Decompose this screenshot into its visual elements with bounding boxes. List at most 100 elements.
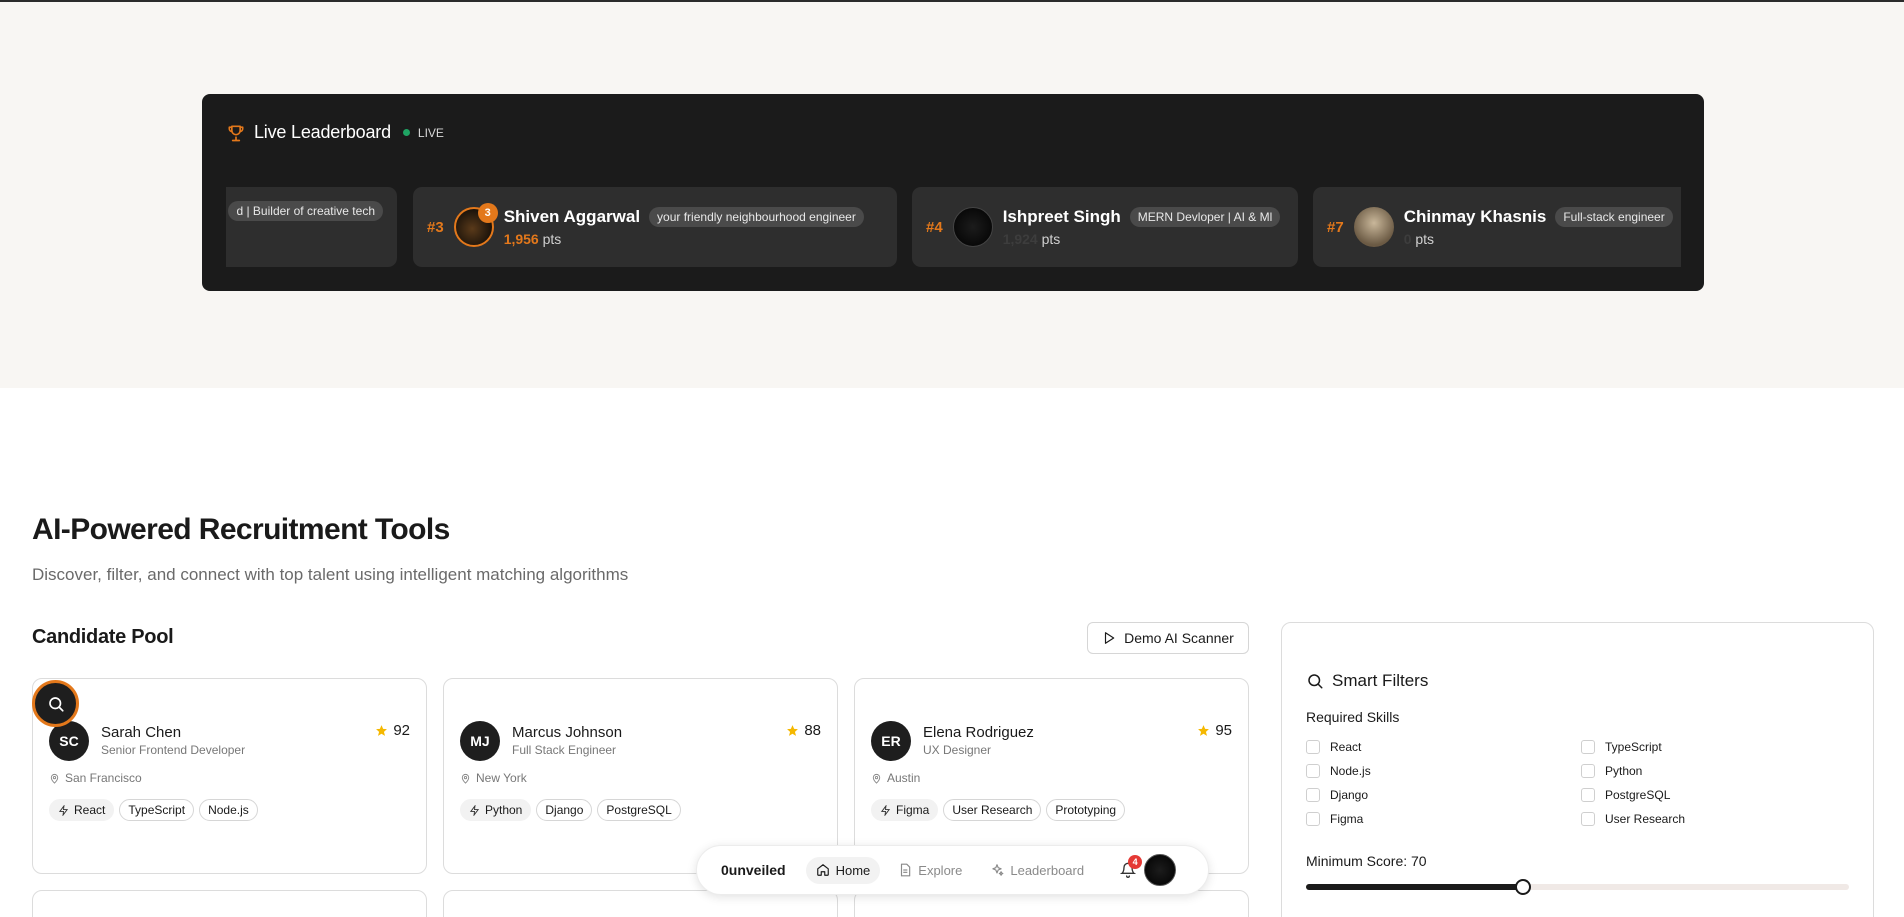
star-icon	[787, 725, 799, 736]
skill-list: Figma User Research Prototyping	[871, 799, 1126, 821]
nav-leaderboard[interactable]: Leaderboard	[980, 857, 1094, 884]
skill-chip: Figma	[871, 799, 939, 821]
home-icon	[816, 864, 829, 876]
location-text: Austin	[887, 771, 921, 785]
candidate-role: UX Designer	[923, 743, 992, 757]
play-icon	[1105, 632, 1115, 644]
leaderboard-track[interactable]: d | Builder of creative tech #3 3 Shiven…	[226, 187, 1681, 267]
smart-filters-panel: Smart Filters Required Skills React Type…	[1281, 622, 1874, 917]
leaderboard-rank: #3	[427, 218, 444, 236]
candidate-location: San Francisco	[49, 771, 142, 785]
checkbox-label: PostgreSQL	[1605, 788, 1671, 802]
skill-checkbox-react[interactable]: React	[1306, 739, 1581, 755]
checkbox-label: Figma	[1330, 812, 1364, 826]
demo-ai-scanner-button[interactable]: Demo AI Scanner	[1087, 622, 1249, 654]
leaderboard-points: 1,956 pts	[504, 231, 864, 247]
candidate-name: Marcus Johnson	[512, 724, 623, 741]
score-value: 95	[1215, 722, 1232, 739]
minimum-score-slider[interactable]	[1306, 879, 1849, 895]
leaderboard-points: 0 pts	[1404, 231, 1673, 247]
filters-header: Smart Filters	[1306, 671, 1428, 691]
checkbox-label: Node.js	[1330, 764, 1371, 778]
checkbox[interactable]	[1581, 764, 1595, 778]
user-avatar[interactable]	[1144, 854, 1177, 886]
checkbox[interactable]	[1306, 764, 1320, 778]
points-unit: pts	[1041, 231, 1061, 247]
skill-chip: Prototyping	[1046, 799, 1126, 821]
skill-checkbox-python[interactable]: Python	[1581, 763, 1851, 779]
checkbox[interactable]	[1306, 788, 1320, 802]
search-button[interactable]	[32, 680, 79, 727]
checkbox[interactable]	[1581, 788, 1595, 802]
leaderboard-card[interactable]: d | Builder of creative tech	[226, 187, 397, 267]
leaderboard-card-info: Chinmay Khasnis Full-stack engineer 0 pt…	[1404, 207, 1673, 247]
skill-checkbox-typescript[interactable]: TypeScript	[1581, 739, 1851, 755]
skill-checkbox-user-research[interactable]: User Research	[1581, 811, 1851, 827]
points-unit: pts	[542, 231, 562, 247]
nav-explore-label: Explore	[918, 862, 963, 878]
page-title: AI-Powered Recruitment Tools	[32, 513, 450, 546]
checkbox[interactable]	[1581, 740, 1595, 754]
checkbox-label: User Research	[1605, 812, 1686, 826]
top-band: Live Leaderboard LIVE d | Builder of cre…	[0, 0, 1904, 388]
skill-label: Figma	[896, 803, 930, 817]
live-leaderboard-panel: Live Leaderboard LIVE d | Builder of cre…	[202, 94, 1704, 291]
leaderboard-rank: #4	[926, 218, 943, 236]
checkbox[interactable]	[1306, 812, 1320, 826]
leaderboard-rank: #7	[1327, 218, 1344, 236]
score-value: 88	[804, 722, 821, 739]
checkbox[interactable]	[1306, 740, 1320, 754]
leaderboard-name: Shiven Aggarwal	[503, 207, 641, 226]
avatar: 3	[453, 203, 498, 247]
star-icon	[376, 725, 388, 736]
candidate-score: 95	[1197, 722, 1232, 739]
leaderboard-card[interactable]: #4 Ishpreet Singh MERN Devloper | AI & M…	[912, 187, 1298, 267]
points-unit: pts	[1415, 231, 1435, 247]
leaderboard-card[interactable]: #7 Chinmay Khasnis Full-stack engineer 0…	[1313, 187, 1681, 267]
notifications-button[interactable]: 4	[1120, 855, 1143, 878]
live-indicator-dot	[402, 129, 410, 136]
nav-explore[interactable]: Explore	[888, 857, 972, 884]
skill-checkbox-nodejs[interactable]: Node.js	[1306, 763, 1581, 779]
leaderboard-tag: Full-stack engineer	[1555, 207, 1673, 227]
nav-leaderboard-label: Leaderboard	[1010, 862, 1085, 878]
leaderboard-tag: MERN Devloper | AI & Ml	[1129, 207, 1281, 227]
skill-chip: Node.js	[199, 799, 258, 821]
skill-label: React	[74, 803, 106, 817]
candidate-card[interactable]: SC Sarah Chen Senior Frontend Developer …	[32, 678, 427, 874]
skill-checkbox-django[interactable]: Django	[1306, 787, 1581, 803]
skill-chip: Django	[536, 799, 593, 821]
demo-button-label: Demo AI Scanner	[1124, 630, 1234, 646]
leaderboard-card[interactable]: #3 3 Shiven Aggarwal your friendly neigh…	[413, 187, 897, 267]
location-text: New York	[476, 771, 527, 785]
sparkles-icon	[992, 864, 1004, 876]
skill-chip: React	[49, 799, 115, 821]
leaderboard-points: 1,924 pts	[1003, 231, 1281, 247]
brand-logo[interactable]: 0unveiled	[721, 862, 786, 878]
skill-list: React TypeScript Node.js	[49, 799, 258, 821]
points-value: 1,956	[503, 231, 539, 247]
bottom-navigation: 0unveiled Home Explore Leaderboard 4	[696, 845, 1209, 895]
page-subtitle: Discover, filter, and connect with top t…	[32, 565, 629, 584]
checkbox-label: React	[1330, 740, 1362, 754]
candidate-name: Elena Rodriguez	[923, 724, 1034, 741]
leaderboard-name: Chinmay Khasnis	[1403, 207, 1547, 226]
leaderboard-header: Live Leaderboard LIVE	[226, 122, 444, 143]
avatar: ER	[871, 721, 911, 761]
skill-checkbox-figma[interactable]: Figma	[1306, 811, 1581, 827]
slider-fill	[1306, 884, 1524, 890]
nav-home[interactable]: Home	[805, 856, 881, 884]
candidate-location: New York	[460, 771, 527, 785]
checkbox[interactable]	[1581, 812, 1595, 826]
skill-chip: Python	[460, 799, 532, 821]
star-icon	[1198, 725, 1210, 736]
slider-thumb[interactable]	[1515, 879, 1532, 895]
avatar: MJ	[460, 721, 500, 761]
skill-checkbox-postgresql[interactable]: PostgreSQL	[1581, 787, 1851, 803]
filters-title: Smart Filters	[1332, 671, 1429, 690]
map-pin-icon	[50, 773, 59, 784]
candidate-card[interactable]	[32, 890, 427, 917]
avatar: SC	[49, 721, 89, 761]
leaderboard-card-info: Shiven Aggarwal your friendly neighbourh…	[504, 207, 864, 247]
points-value: 0	[1403, 231, 1412, 247]
